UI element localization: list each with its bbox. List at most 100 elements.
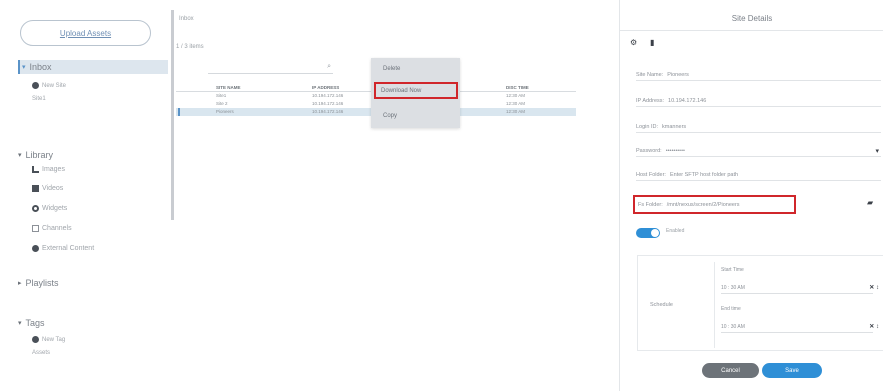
sidebar-item-channels[interactable]: Channels: [32, 225, 72, 232]
end-time-value: 10 : 30 AM: [721, 323, 745, 330]
videos-label: Videos: [42, 185, 64, 192]
upload-assets-button[interactable]: Upload Assets: [20, 20, 151, 46]
sidebar-item-assets[interactable]: Assets: [32, 350, 50, 356]
time-stepper-icon[interactable]: ✕ ↕: [869, 323, 879, 330]
fs-folder-label: Fs Folder:: [638, 201, 663, 208]
collapse-triangle-icon: ▾: [18, 320, 22, 327]
cell-ip-address: 10.194.172.146: [312, 109, 344, 114]
external-content-label: External Content: [42, 245, 95, 252]
sidebar: Upload Assets ▾ Inbox New Site Site1 ▾ L…: [0, 0, 172, 391]
channel-icon: [32, 225, 39, 232]
images-label: Images: [42, 166, 65, 173]
sidebar-section-library[interactable]: ▾ Library: [18, 150, 53, 160]
cell-ip-address: 10.194.172.146: [312, 93, 344, 98]
ip-address-field[interactable]: IP Address: 10.194.172.146: [636, 95, 881, 107]
collapse-triangle-icon: ▸: [18, 280, 22, 287]
breadcrumb[interactable]: Inbox: [179, 16, 194, 22]
sidebar-item-external-content[interactable]: External Content: [32, 245, 94, 252]
sidebar-item-new-tag[interactable]: New Tag: [32, 336, 65, 343]
sidebar-item-site1[interactable]: Site1: [32, 96, 46, 102]
start-time-value: 10 : 30 AM: [721, 284, 745, 291]
enabled-toggle[interactable]: [636, 228, 660, 238]
library-label: Library: [25, 150, 54, 160]
site-details-panel: Site Details ⚙ ▮ Site Name: Pioneers IP …: [619, 0, 883, 391]
new-site-label: New Site: [42, 82, 67, 89]
cancel-button[interactable]: Cancel: [702, 363, 759, 378]
ip-address-label: IP Address:: [636, 97, 665, 104]
host-folder-label: Host Folder:: [636, 171, 666, 178]
sidebar-section-tags[interactable]: ▾ Tags: [18, 318, 45, 328]
menu-item-delete[interactable]: Delete: [371, 61, 460, 76]
password-label: Password:: [636, 147, 662, 154]
sidebar-item-images[interactable]: Images: [32, 166, 65, 173]
login-id-field[interactable]: Login ID: kmanners: [636, 121, 881, 133]
delete-icon[interactable]: ▮: [650, 38, 654, 47]
ip-address-value: 10.194.172.146: [668, 97, 707, 104]
end-time-label: End time: [721, 306, 741, 312]
save-button[interactable]: Save: [762, 363, 822, 378]
sidebar-item-new-site[interactable]: New Site: [32, 82, 66, 89]
image-icon: [32, 166, 39, 173]
cell-ip-address: 10.194.172.146: [312, 101, 344, 106]
new-tag-label: New Tag: [42, 336, 66, 343]
context-menu: Delete Download Now Copy: [371, 58, 460, 128]
site-name-label: Site Name:: [636, 71, 664, 78]
sidebar-section-playlists[interactable]: ▸ Playlists: [18, 278, 59, 288]
menu-item-download-now[interactable]: Download Now: [374, 82, 458, 99]
password-value: ••••••••••: [665, 147, 685, 154]
cell-site-name: Site 2: [216, 101, 228, 106]
settings-gear-icon[interactable]: ⚙: [630, 38, 637, 47]
channels-label: Channels: [42, 225, 72, 232]
schedule-times: Start Time 10 : 30 AM ✕ ↕ End time 10 : …: [714, 262, 883, 348]
site-name-value: Pioneers: [667, 71, 689, 78]
menu-item-copy[interactable]: Copy: [371, 108, 460, 123]
site1-label: Site1: [32, 96, 46, 102]
gear-icon: [32, 205, 39, 212]
chevron-down-icon[interactable]: ▾: [875, 147, 879, 155]
column-header-site-name[interactable]: SITE NAME: [216, 85, 241, 90]
cell-site-name: Pioneers: [216, 109, 234, 114]
login-id-value: kmanners: [662, 123, 687, 130]
upload-assets-label: Upload Assets: [59, 28, 112, 38]
collapse-triangle-icon: ▾: [18, 152, 22, 159]
panel-title: Site Details: [731, 14, 773, 23]
start-time-input[interactable]: 10 : 30 AM ✕ ↕: [721, 282, 879, 294]
site-name-field[interactable]: Site Name: Pioneers: [636, 69, 881, 81]
host-folder-placeholder: Enter SFTP host folder path: [669, 171, 739, 178]
schedule-label: Schedule: [650, 302, 673, 308]
video-icon: [32, 185, 39, 192]
sidebar-section-inbox[interactable]: ▾ Inbox: [18, 60, 168, 74]
start-time-label: Start Time: [721, 267, 744, 273]
column-header-disc-time[interactable]: DISC TIME: [506, 85, 529, 90]
time-stepper-icon[interactable]: ✕ ↕: [869, 284, 879, 291]
external-content-icon: [32, 245, 39, 252]
password-field[interactable]: Password: •••••••••• ▾: [636, 145, 881, 157]
cell-disc-time: 12:30 AM: [506, 101, 526, 106]
search-input[interactable]: ⌕: [208, 61, 333, 74]
plus-circle-icon: [32, 82, 39, 89]
sidebar-item-widgets[interactable]: Widgets: [32, 205, 67, 212]
tags-label: Tags: [25, 318, 45, 328]
collapse-triangle-icon: ▾: [22, 64, 26, 71]
fs-folder-field[interactable]: Fs Folder: /mnt/nexus/screen/2/Pioneers: [633, 195, 796, 214]
end-time-input[interactable]: 10 : 30 AM ✕ ↕: [721, 321, 879, 333]
widgets-label: Widgets: [42, 205, 68, 212]
main-panel: Inbox 1 / 3 items ⌕ SITE NAME IP ADDRESS…: [176, 0, 616, 391]
host-folder-field[interactable]: Host Folder: Enter SFTP host folder path: [636, 169, 881, 181]
schedule-section: Schedule Start Time 10 : 30 AM ✕ ↕ End t…: [637, 255, 883, 351]
sidebar-item-videos[interactable]: Videos: [32, 185, 63, 192]
selection-indicator: [178, 108, 180, 116]
login-id-label: Login ID:: [636, 123, 659, 130]
search-icon: ⌕: [327, 63, 331, 70]
folder-icon[interactable]: ▰: [867, 198, 873, 207]
sidebar-resize-handle[interactable]: [171, 10, 174, 220]
column-header-ip-address[interactable]: IP ADDRESS: [312, 85, 339, 90]
cell-disc-time: 12:30 AM: [506, 93, 526, 98]
cell-disc-time: 12:30 AM: [506, 109, 526, 114]
playlists-label: Playlists: [25, 278, 59, 288]
items-count: 1 / 3 items: [176, 44, 204, 50]
assets-label: Assets: [32, 350, 51, 356]
inbox-label: Inbox: [29, 62, 52, 72]
plus-circle-icon: [32, 336, 39, 343]
fs-folder-value: /mnt/nexus/screen/2/Pioneers: [666, 201, 740, 208]
